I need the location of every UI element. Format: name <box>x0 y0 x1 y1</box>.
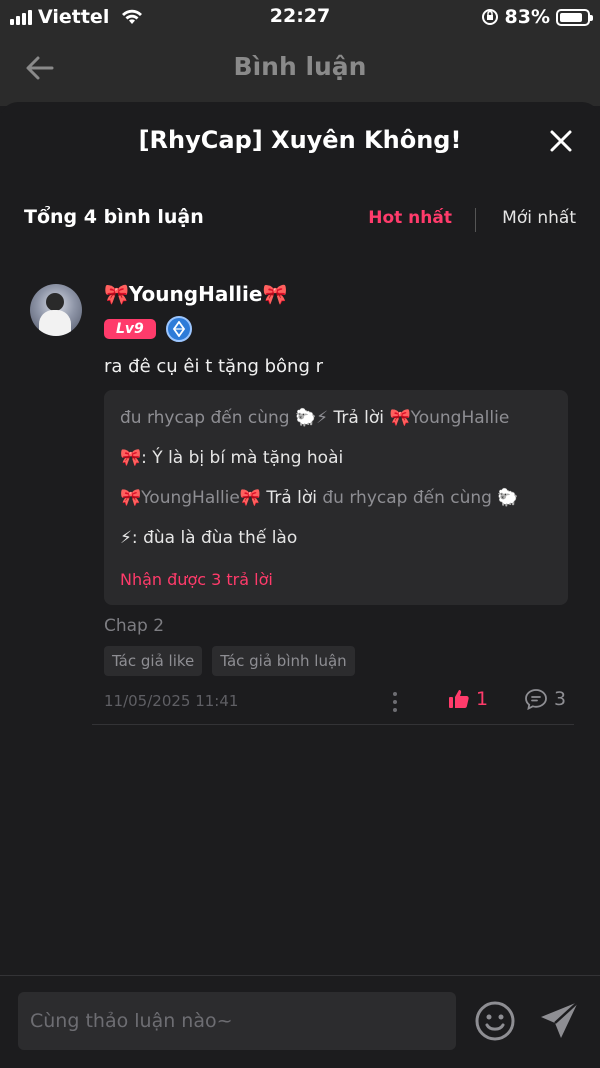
like-count: 1 <box>476 688 489 710</box>
comment-count: Tổng 4 bình luận <box>24 206 204 228</box>
comment-meta: 11/05/2025 11:41 1 3 <box>104 688 568 716</box>
send-icon[interactable] <box>538 998 582 1042</box>
divider <box>92 724 574 725</box>
status-bar: Viettel 22:27 83% <box>0 0 600 34</box>
reply-header: 🎀YoungHallie🎀 Trả lời đu rhycap đến cùng… <box>120 488 552 528</box>
comment-text: ra đê cụ êi t tặng bông r <box>104 356 324 377</box>
app-header: Bình luận <box>0 34 600 106</box>
reply-author[interactable]: 🎀YoungHallie🎀 <box>120 488 261 508</box>
comment-tags: Tác giả like Tác giả bình luận <box>104 646 355 676</box>
battery-icon <box>556 8 593 26</box>
comment-count-row: Tổng 4 bình luận Hot nhất Mới nhất <box>24 206 576 236</box>
thumbs-up-icon <box>449 690 469 708</box>
comments-sheet: [RhyCap] Xuyên Không! Tổng 4 bình luận H… <box>0 102 600 1068</box>
reply-header: đu rhycap đến cùng 🐑⚡ Trả lời 🎀YoungHall… <box>120 408 552 448</box>
avatar[interactable] <box>30 284 82 336</box>
comment-timestamp: 11/05/2025 11:41 <box>104 692 239 710</box>
sort-divider <box>475 208 476 232</box>
divider <box>0 975 600 976</box>
comment-bubble-icon <box>525 689 547 710</box>
reply-author[interactable]: đu rhycap đến cùng 🐑⚡ <box>120 408 328 428</box>
sort-new-button[interactable]: Mới nhất <box>502 208 576 228</box>
view-more-replies-link[interactable]: Nhận được 3 trả lời <box>120 570 552 589</box>
reply-button[interactable]: 3 <box>524 688 566 710</box>
user-badges: Lv9 <box>104 316 192 342</box>
replies-preview[interactable]: đu rhycap đến cùng 🐑⚡ Trả lời 🎀YoungHall… <box>104 390 568 605</box>
emoji-icon[interactable] <box>474 1000 516 1042</box>
orientation-lock-icon <box>481 9 498 25</box>
battery-percent: 83% <box>504 6 550 28</box>
tag-author-comment: Tác giả bình luận <box>212 646 355 676</box>
page-title: Bình luận <box>233 52 367 81</box>
diamond-badge-icon <box>165 316 192 342</box>
comment-input[interactable] <box>18 992 456 1050</box>
level-badge: Lv9 <box>104 319 156 339</box>
more-options-icon[interactable] <box>390 692 400 712</box>
comment-username[interactable]: 🎀YoungHallie🎀 <box>104 282 287 306</box>
reply-text: ⚡: đùa là đùa thế lào <box>120 528 298 548</box>
sort-hot-button[interactable]: Hot nhất <box>368 208 452 228</box>
tag-author-like: Tác giả like <box>104 646 203 676</box>
reply-word: Trả lời <box>328 408 390 428</box>
reply-word: Trả lời <box>261 488 323 508</box>
reply-text: 🎀: Ý là bị bí mà tặng hoài <box>120 448 344 468</box>
reply-count: 3 <box>554 688 567 710</box>
reply-target[interactable]: đu rhycap đến cùng 🐑 <box>322 488 518 508</box>
status-right: 83% <box>481 6 593 28</box>
like-button[interactable]: 1 <box>448 688 488 710</box>
reply-target[interactable]: 🎀YoungHallie <box>389 408 509 428</box>
chapter-label: Chap 2 <box>104 616 165 636</box>
sheet-title: [RhyCap] Xuyên Không! <box>138 126 462 154</box>
close-icon[interactable] <box>548 128 574 154</box>
